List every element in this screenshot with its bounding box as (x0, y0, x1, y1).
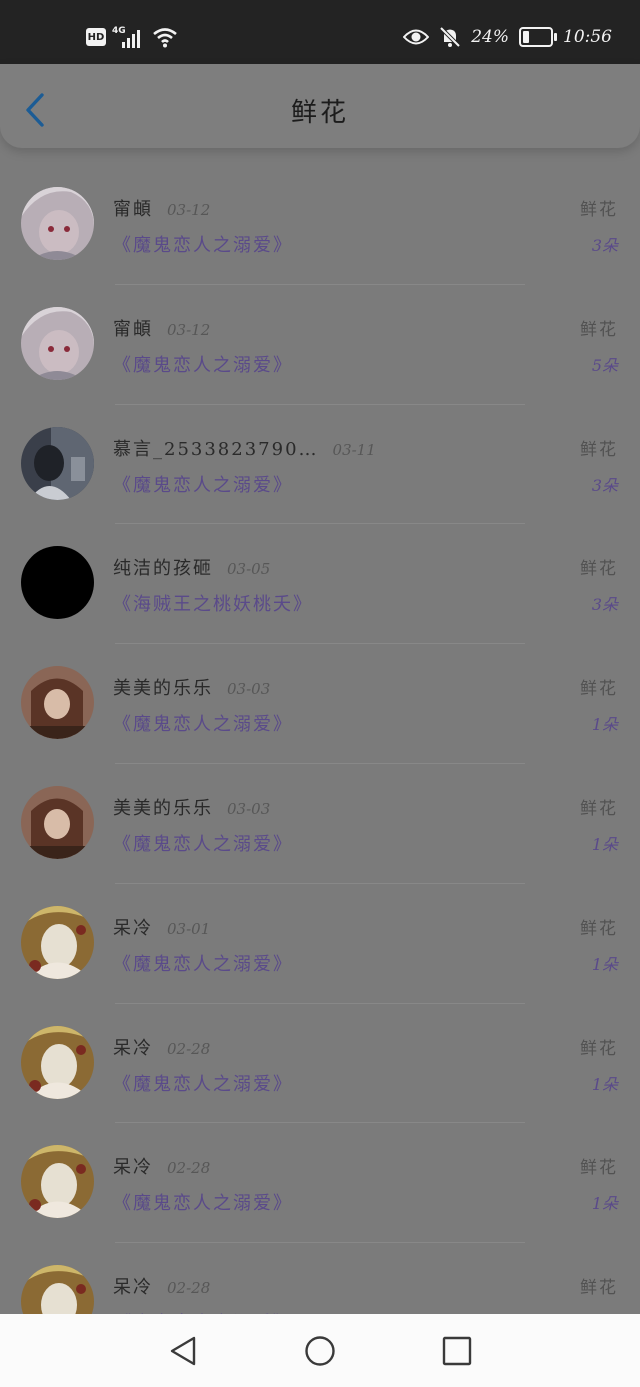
eye-icon (403, 29, 430, 45)
gift-date: 03-01 (167, 919, 211, 938)
book-title[interactable]: 《魔鬼恋人之溺爱》 (113, 950, 293, 976)
list-item[interactable]: 美美的乐乐 03-03 《魔鬼恋人之溺爱》 鲜花 1朵 (0, 764, 640, 884)
gift-date: 03-12 (167, 201, 211, 219)
hd-indicator: HD (86, 28, 106, 46)
user-name: 甯頔 (113, 199, 153, 220)
avatar[interactable] (21, 905, 94, 979)
avatar[interactable] (21, 1145, 94, 1219)
cellular-signal-icon: 4G (112, 26, 146, 48)
avatar[interactable] (21, 546, 94, 620)
gift-date: 03-11 (332, 440, 376, 459)
status-bar: HD 4G 24% 10:56 (0, 0, 640, 64)
gift-type: 鲜花 (580, 1158, 618, 1179)
gift-count: 1朵 (591, 715, 618, 735)
gift-count: 3朵 (591, 236, 618, 255)
gift-count: 1朵 (591, 954, 618, 974)
user-name: 呆冷 (113, 1277, 153, 1299)
app-header: 鲜花 (0, 64, 640, 148)
gift-date: 03-03 (227, 799, 271, 818)
gift-count: 5朵 (591, 355, 618, 375)
gift-date: 03-03 (227, 680, 271, 699)
gift-count: 3朵 (591, 595, 618, 615)
gift-date: 03-12 (167, 320, 211, 339)
gift-count: 3朵 (591, 475, 618, 495)
book-title[interactable]: 《魔鬼恋人之溺爱》 (113, 231, 293, 257)
gift-type: 鲜花 (580, 319, 618, 340)
gift-type: 鲜花 (580, 200, 618, 220)
user-name: 呆冷 (113, 917, 153, 939)
gift-date: 02-28 (167, 1159, 211, 1178)
book-title[interactable]: 《魔鬼恋人之溺爱》 (113, 471, 293, 497)
avatar[interactable] (21, 306, 94, 380)
book-title[interactable]: 《魔鬼恋人之溺爱》 (113, 351, 293, 377)
gift-type: 鲜花 (580, 1038, 618, 1059)
battery-percent: 24% (471, 27, 509, 47)
gift-date: 03-05 (227, 560, 271, 579)
book-title[interactable]: 《魔鬼恋人之溺爱》 (113, 710, 293, 736)
gift-type: 鲜花 (580, 679, 618, 700)
wifi-icon (153, 28, 177, 48)
list-item[interactable]: 甯頔 03-12 《魔鬼恋人之溺爱》 鲜花 5朵 (0, 285, 640, 405)
gift-type: 鲜花 (580, 559, 618, 580)
book-title[interactable]: 《魔鬼恋人之溺爱》 (113, 830, 293, 856)
list-item[interactable]: 呆冷 03-01 《魔鬼恋人之溺爱》 鲜花 1朵 (0, 884, 640, 1004)
user-name: 慕言_2533823790… (113, 438, 319, 460)
list-item[interactable]: 纯洁的孩砸 03-05 《海贼王之桃妖桃夭》 鲜花 3朵 (0, 524, 640, 645)
bell-off-icon (439, 26, 461, 48)
clock: 10:56 (563, 27, 612, 47)
gift-type: 鲜花 (580, 439, 618, 460)
gift-date: 02-28 (167, 1039, 211, 1058)
list-item[interactable]: 呆冷 02-28 《魔鬼恋人之溺爱》 鲜花 1朵 (0, 1123, 640, 1244)
list-item[interactable]: 甯頔 03-12 《魔鬼恋人之溺爱》 鲜花 3朵 (0, 165, 640, 285)
gift-date: 02-28 (167, 1279, 211, 1298)
book-title[interactable]: 《魔鬼恋人之溺爱》 (113, 1070, 293, 1096)
battery-icon (519, 27, 557, 47)
book-title[interactable]: 《魔鬼恋人之溺爱》 (113, 1189, 293, 1215)
page-title: 鲜花 (290, 98, 349, 128)
gift-type: 鲜花 (580, 918, 618, 939)
gift-list: 甯頔 03-12 《魔鬼恋人之溺爱》 鲜花 3朵 甯頔 03-12 《魔鬼恋人之溺爱》 鲜花 5朵… (0, 165, 640, 1363)
avatar[interactable] (21, 666, 94, 740)
avatar[interactable] (21, 426, 94, 500)
user-name: 美美的乐乐 (113, 678, 213, 700)
user-name: 呆冷 (113, 1037, 153, 1059)
gift-count: 1朵 (591, 1194, 618, 1214)
list-item[interactable]: 美美的乐乐 03-03 《魔鬼恋人之溺爱》 鲜花 1朵 (0, 644, 640, 764)
list-item[interactable]: 慕言_2533823790… 03-11 《魔鬼恋人之溺爱》 鲜花 3朵 (0, 405, 640, 525)
book-title[interactable]: 《海贼王之桃妖桃夭》 (113, 590, 313, 616)
gift-count: 1朵 (591, 1074, 618, 1094)
avatar[interactable] (21, 187, 94, 260)
square-recent-icon[interactable] (440, 1334, 474, 1368)
system-nav-bar (0, 1314, 640, 1387)
user-name: 甯頔 (113, 318, 153, 340)
list-item[interactable]: 呆冷 02-28 《魔鬼恋人之溺爱》 鲜花 1朵 (0, 1004, 640, 1124)
circle-home-icon[interactable] (303, 1334, 337, 1368)
user-name: 呆冷 (113, 1157, 153, 1179)
battery-fill (523, 31, 530, 43)
gift-type: 鲜花 (580, 1278, 618, 1299)
gift-count: 1朵 (591, 834, 618, 854)
avatar[interactable] (21, 785, 94, 859)
user-name: 美美的乐乐 (113, 797, 213, 819)
avatar[interactable] (21, 1025, 94, 1099)
gift-type: 鲜花 (580, 798, 618, 819)
user-name: 纯洁的孩砸 (113, 558, 213, 580)
triangle-back-icon[interactable] (166, 1334, 200, 1368)
